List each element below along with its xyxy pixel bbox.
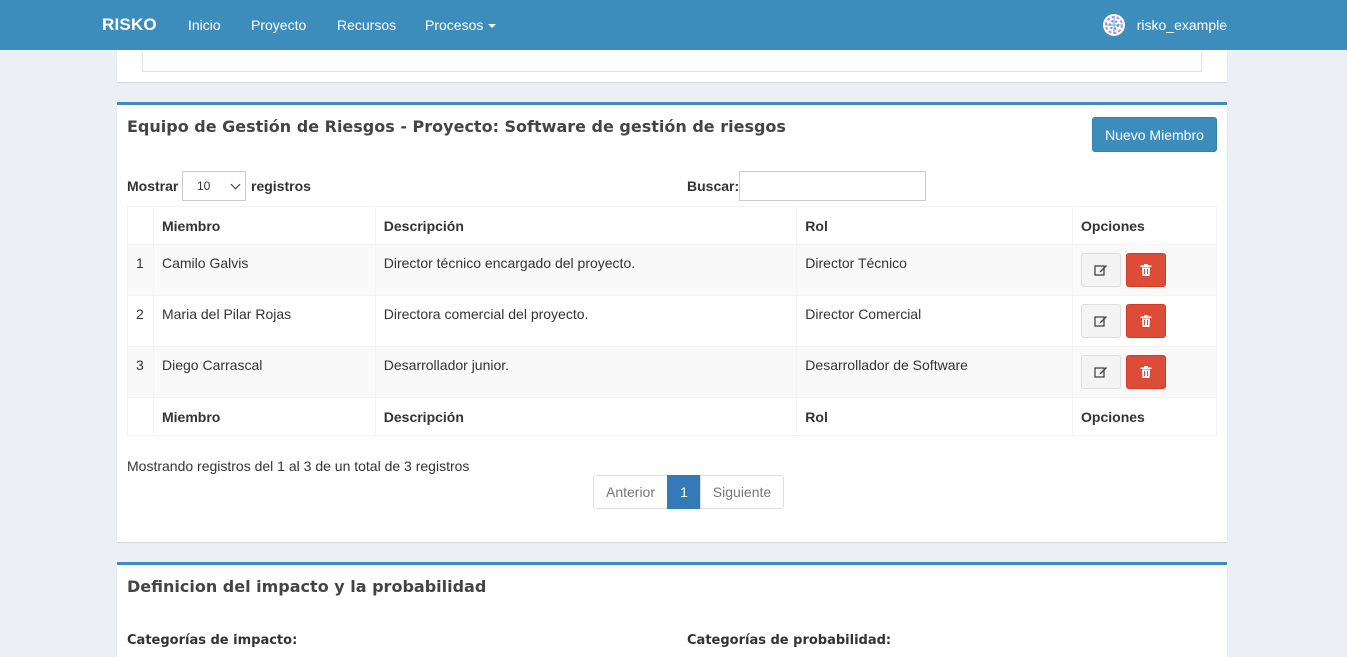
role-cell: Director Técnico <box>796 244 1074 296</box>
definition-panel: Definicion del impacto y la probabilidad… <box>117 562 1227 657</box>
nav-recursos[interactable]: Recursos <box>337 17 396 33</box>
user-name: risko_example <box>1136 17 1227 33</box>
team-panel-title: Equipo de Gestión de Riesgos - Proyecto:… <box>127 117 786 136</box>
role-cell: Director Comercial <box>796 295 1074 347</box>
previous-panel-inner <box>142 50 1202 72</box>
new-member-button[interactable]: Nuevo Miembro <box>1092 117 1217 152</box>
pagination-previous[interactable]: Anterior <box>593 475 668 509</box>
description-cell: Desarrollador junior. <box>374 346 798 398</box>
options-cell <box>1072 295 1217 347</box>
row-index: 2 <box>127 295 154 347</box>
edit-icon <box>1094 265 1108 276</box>
trash-icon <box>1140 264 1152 276</box>
team-panel: Equipo de Gestión de Riesgos - Proyecto:… <box>117 102 1227 542</box>
delete-button[interactable] <box>1125 355 1166 389</box>
nav-procesos-label: Procesos <box>425 17 484 33</box>
user-avatar-icon <box>1102 14 1125 36</box>
edit-button[interactable] <box>1081 355 1122 389</box>
trash-icon <box>1140 315 1152 327</box>
page-length-value: 10 <box>197 179 211 193</box>
member-cell: Maria del Pilar Rojas <box>152 295 376 347</box>
edit-button[interactable] <box>1081 304 1122 338</box>
caret-down-icon <box>488 24 497 29</box>
column-header-member[interactable]: Miembro <box>152 206 376 245</box>
length-suffix-label: registros <box>251 178 311 194</box>
edit-icon <box>1094 367 1108 378</box>
member-cell: Camilo Galvis <box>152 244 376 296</box>
edit-icon <box>1094 316 1108 327</box>
table-footer-row: Miembro Descripción Rol Opciones <box>127 397 1217 436</box>
trash-icon <box>1140 366 1152 378</box>
chevron-down-icon <box>230 179 241 189</box>
definition-panel-title: Definicion del impacto y la probabilidad <box>127 577 487 596</box>
table-row: 1 Camilo Galvis Director técnico encarga… <box>127 244 1217 296</box>
probability-categories-label: Categorías de probabilidad: <box>687 633 892 648</box>
search-input[interactable] <box>739 171 926 201</box>
page-length-select[interactable]: 10 <box>182 171 246 201</box>
column-header-index <box>127 206 154 245</box>
role-cell: Desarrollador de Software <box>796 346 1074 398</box>
options-cell <box>1072 346 1217 398</box>
brand-logo[interactable]: RISKO <box>102 15 157 35</box>
member-cell: Diego Carrascal <box>152 346 376 398</box>
table-header-row: Miembro Descripción Rol Opciones <box>127 206 1217 245</box>
footer-member: Miembro <box>152 397 376 436</box>
delete-button[interactable] <box>1125 253 1166 287</box>
options-cell <box>1072 244 1217 296</box>
user-menu[interactable]: risko_example <box>1102 14 1227 36</box>
top-navbar: RISKO Inicio Proyecto Recursos Procesos … <box>0 0 1347 50</box>
column-header-options: Opciones <box>1072 206 1217 245</box>
footer-description: Descripción <box>374 397 798 436</box>
pagination-next[interactable]: Siguiente <box>700 475 784 509</box>
search-label: Buscar: <box>687 178 740 194</box>
impact-categories-label: Categorías de impacto: <box>127 633 298 648</box>
footer-options: Opciones <box>1072 397 1217 436</box>
footer-role: Rol <box>796 397 1074 436</box>
previous-panel <box>117 50 1227 82</box>
delete-button[interactable] <box>1125 304 1166 338</box>
nav-procesos[interactable]: Procesos <box>425 17 497 33</box>
members-table: Miembro Descripción Rol Opciones 1 Camil… <box>127 206 1217 436</box>
row-index: 1 <box>127 244 154 296</box>
pagination-page-1[interactable]: 1 <box>667 475 701 509</box>
table-info: Mostrando registros del 1 al 3 de un tot… <box>127 458 470 474</box>
description-cell: Directora comercial del proyecto. <box>374 295 798 347</box>
footer-index <box>127 397 154 436</box>
edit-button[interactable] <box>1081 253 1122 287</box>
length-prefix-label: Mostrar <box>127 178 179 194</box>
column-header-role[interactable]: Rol <box>796 206 1074 245</box>
nav-proyecto[interactable]: Proyecto <box>251 17 306 33</box>
row-index: 3 <box>127 346 154 398</box>
description-cell: Director técnico encargado del proyecto. <box>374 244 798 296</box>
table-row: 3 Diego Carrascal Desarrollador junior. … <box>127 346 1217 398</box>
pagination: Anterior 1 Siguiente <box>593 475 784 509</box>
column-header-description[interactable]: Descripción <box>374 206 798 245</box>
table-row: 2 Maria del Pilar Rojas Directora comerc… <box>127 295 1217 347</box>
nav-inicio[interactable]: Inicio <box>188 17 221 33</box>
